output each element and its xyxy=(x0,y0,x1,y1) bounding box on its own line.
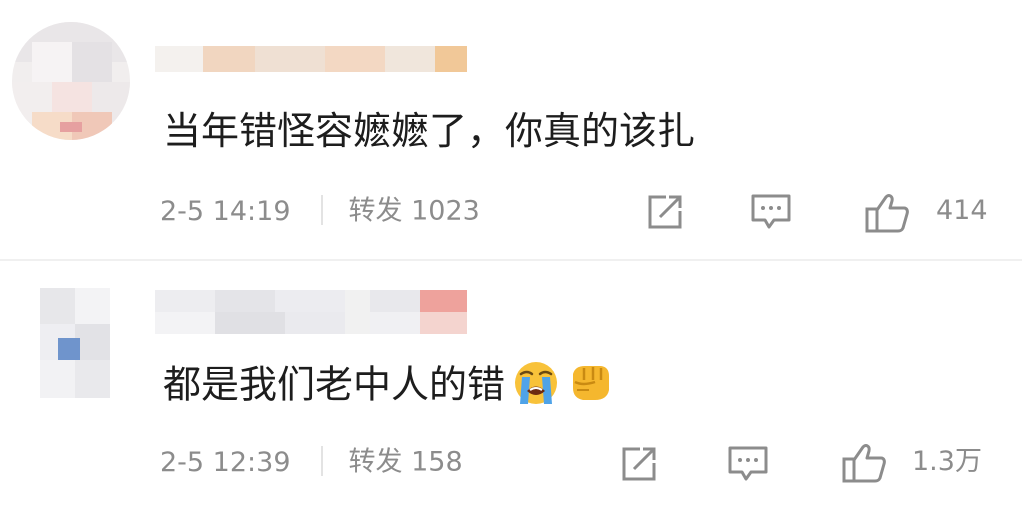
crying-face-emoji xyxy=(513,360,559,406)
separator xyxy=(320,195,323,225)
like-count: 1.3万 xyxy=(912,446,982,477)
comment-text-content: 都是我们老中人的错 xyxy=(163,362,506,407)
thumbs-up-icon[interactable] xyxy=(864,192,910,234)
thumbs-up-icon[interactable] xyxy=(841,442,887,484)
fist-emoji xyxy=(567,360,613,406)
forward-count[interactable]: 转发 158 xyxy=(349,447,463,478)
comment-item: 当年错怪容嬷嬷了，你真的该扎 2-5 14:19 转发 1023 414 xyxy=(0,0,1022,262)
comment-item: 都是我们老中人的错 2-5 12:39 转发 158 1.3万 xyxy=(0,262,1022,522)
divider xyxy=(0,259,1022,261)
share-icon[interactable] xyxy=(646,193,684,231)
comment-text: 当年错怪容嬷嬷了，你真的该扎 xyxy=(163,109,696,153)
comment-meta: 2-5 12:39 转发 158 xyxy=(160,446,463,478)
forward-count[interactable]: 转发 1023 xyxy=(349,196,480,227)
timestamp: 2-5 14:19 xyxy=(160,195,291,227)
comment-icon[interactable] xyxy=(727,445,769,483)
comment-text: 都是我们老中人的错 xyxy=(163,362,613,410)
avatar[interactable] xyxy=(40,288,110,398)
share-icon[interactable] xyxy=(620,445,658,483)
comment-icon[interactable] xyxy=(750,193,792,231)
username-blurred[interactable] xyxy=(155,290,467,334)
username-blurred[interactable] xyxy=(155,46,467,72)
comment-meta: 2-5 14:19 转发 1023 xyxy=(160,195,480,227)
avatar[interactable] xyxy=(12,22,130,140)
timestamp: 2-5 12:39 xyxy=(160,446,291,478)
like-count: 414 xyxy=(936,195,988,226)
separator xyxy=(320,446,323,476)
